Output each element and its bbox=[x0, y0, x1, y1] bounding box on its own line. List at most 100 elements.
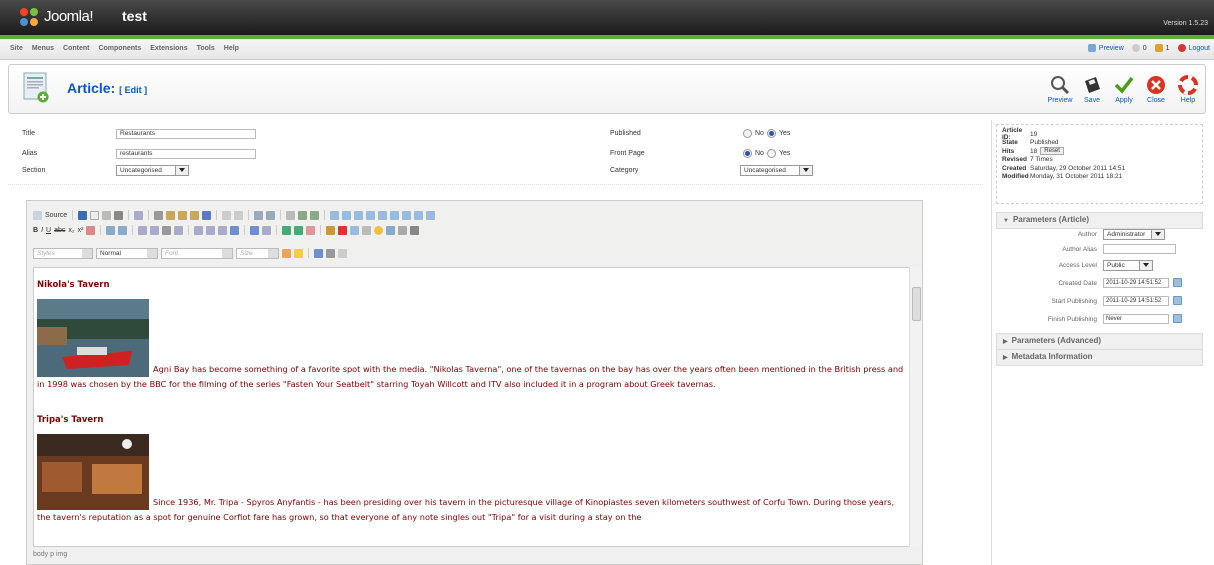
align-right-icon[interactable] bbox=[218, 225, 228, 235]
parameters-advanced-panel[interactable]: ▶ Parameters (Advanced) bbox=[996, 333, 1203, 350]
unlink-icon[interactable] bbox=[294, 225, 304, 235]
image-icon[interactable] bbox=[326, 225, 336, 235]
table-icon[interactable] bbox=[350, 225, 360, 235]
print-icon[interactable] bbox=[114, 210, 124, 220]
undo-icon[interactable] bbox=[222, 210, 232, 220]
horizontal-rule-icon[interactable] bbox=[362, 225, 372, 235]
subscript-button[interactable]: x₂ bbox=[68, 227, 74, 234]
hidden-field-icon[interactable] bbox=[426, 210, 436, 220]
bold-button[interactable]: B bbox=[33, 227, 38, 234]
finish-publishing-input[interactable]: Never bbox=[1103, 314, 1169, 324]
start-publishing-input[interactable]: 2011-10-29 14:51:52 bbox=[1103, 296, 1169, 306]
radio-icon[interactable] bbox=[354, 210, 364, 220]
close-button[interactable]: Close bbox=[1143, 75, 1169, 104]
text-color-icon[interactable] bbox=[282, 248, 291, 258]
textfield-icon[interactable] bbox=[366, 210, 376, 220]
special-char-icon[interactable] bbox=[386, 225, 396, 235]
menu-tools[interactable]: Tools bbox=[197, 45, 215, 52]
paste-text-icon[interactable] bbox=[190, 210, 200, 220]
calendar-icon[interactable] bbox=[1173, 314, 1182, 323]
checkbox-icon[interactable] bbox=[342, 210, 352, 220]
menu-menus[interactable]: Menus bbox=[32, 45, 54, 52]
underline-button[interactable]: U bbox=[46, 227, 51, 234]
preview-link[interactable]: Preview bbox=[1099, 45, 1124, 52]
link-icon[interactable] bbox=[282, 225, 292, 235]
flash-icon[interactable] bbox=[338, 225, 348, 235]
remove-format-icon[interactable] bbox=[86, 225, 96, 235]
logout-link[interactable]: Logout bbox=[1189, 45, 1210, 52]
metadata-panel[interactable]: ▶ Metadata Information bbox=[996, 349, 1203, 366]
created-date-input[interactable]: 2011-10-29 14:51:52 bbox=[1103, 278, 1169, 288]
menu-extensions[interactable]: Extensions bbox=[150, 45, 187, 52]
background-color-icon[interactable] bbox=[294, 248, 303, 258]
frontpage-no-radio[interactable] bbox=[743, 149, 752, 158]
select-field-icon[interactable] bbox=[390, 210, 400, 220]
title-input[interactable]: Restaurants bbox=[116, 129, 256, 139]
iframe-icon[interactable] bbox=[410, 225, 420, 235]
italic-button[interactable]: I bbox=[41, 227, 43, 234]
tavern-photo-image[interactable] bbox=[37, 299, 149, 377]
preview-button[interactable]: Preview bbox=[1047, 75, 1073, 104]
numbered-list-icon[interactable] bbox=[106, 225, 116, 235]
scrollbar-thumb[interactable] bbox=[912, 287, 921, 321]
menu-site[interactable]: Site bbox=[10, 45, 23, 52]
menu-components[interactable]: Components bbox=[98, 45, 141, 52]
spellcheck-icon[interactable] bbox=[298, 210, 308, 220]
save-icon[interactable] bbox=[78, 210, 88, 220]
parameters-article-panel[interactable]: ▼ Parameters (Article) bbox=[996, 212, 1203, 229]
select-all-icon[interactable] bbox=[286, 210, 296, 220]
published-no-radio[interactable] bbox=[743, 129, 752, 138]
author-alias-input[interactable] bbox=[1103, 244, 1176, 254]
format-select[interactable]: Normal bbox=[96, 247, 158, 259]
category-select[interactable]: Uncategorised bbox=[740, 165, 813, 176]
bulleted-list-icon[interactable] bbox=[118, 225, 128, 235]
find-icon[interactable] bbox=[254, 210, 264, 220]
paste-icon[interactable] bbox=[178, 210, 188, 220]
maximize-icon[interactable] bbox=[314, 248, 323, 258]
indent-icon[interactable] bbox=[150, 225, 160, 235]
published-yes-radio[interactable] bbox=[766, 129, 776, 138]
source-button[interactable]: Source bbox=[45, 212, 67, 219]
redo-icon[interactable] bbox=[234, 210, 244, 220]
menu-content[interactable]: Content bbox=[63, 45, 89, 52]
button-field-icon[interactable] bbox=[402, 210, 412, 220]
div-icon[interactable] bbox=[174, 225, 184, 235]
show-blocks-icon[interactable] bbox=[326, 248, 335, 258]
styles-select[interactable]: Styles bbox=[33, 247, 93, 259]
blockquote-icon[interactable] bbox=[162, 225, 172, 235]
calendar-icon[interactable] bbox=[1173, 296, 1182, 305]
page-break-icon[interactable] bbox=[398, 225, 408, 235]
justify-icon[interactable] bbox=[230, 225, 240, 235]
editor-scrollbar[interactable] bbox=[909, 267, 922, 547]
spellcheck-as-you-type-icon[interactable] bbox=[310, 210, 320, 220]
strikethrough-button[interactable]: abc bbox=[54, 227, 65, 234]
smiley-icon[interactable] bbox=[374, 225, 384, 235]
reset-hits-button[interactable]: Reset bbox=[1040, 147, 1064, 156]
editor-content[interactable]: Nikola's Tavern Agni Bay has become some… bbox=[33, 267, 911, 547]
site-name[interactable]: test bbox=[122, 8, 147, 24]
calendar-icon[interactable] bbox=[1173, 278, 1182, 287]
align-center-icon[interactable] bbox=[206, 225, 216, 235]
users-count[interactable]: 1 bbox=[1166, 45, 1170, 52]
about-icon[interactable] bbox=[338, 248, 347, 258]
paste-word-icon[interactable] bbox=[202, 210, 212, 220]
rtl-icon[interactable] bbox=[262, 225, 272, 235]
copy-icon[interactable] bbox=[166, 210, 176, 220]
replace-icon[interactable] bbox=[266, 210, 276, 220]
apply-button[interactable]: Apply bbox=[1111, 75, 1137, 104]
save-button[interactable]: Save bbox=[1079, 75, 1105, 104]
ltr-icon[interactable] bbox=[250, 225, 260, 235]
cut-icon[interactable] bbox=[154, 210, 164, 220]
templates-icon[interactable] bbox=[134, 210, 144, 220]
preview-icon[interactable] bbox=[102, 210, 112, 220]
access-level-select[interactable]: Public bbox=[1103, 260, 1153, 271]
tripa-interior-image[interactable] bbox=[37, 434, 149, 510]
form-icon[interactable] bbox=[330, 210, 340, 220]
outdent-icon[interactable] bbox=[138, 225, 148, 235]
alias-input[interactable]: restaurants bbox=[116, 149, 256, 159]
anchor-icon[interactable] bbox=[306, 225, 316, 235]
textarea-icon[interactable] bbox=[378, 210, 388, 220]
author-select[interactable]: Administrator bbox=[1103, 229, 1165, 240]
image-button-icon[interactable] bbox=[414, 210, 424, 220]
superscript-button[interactable]: x² bbox=[78, 227, 84, 234]
